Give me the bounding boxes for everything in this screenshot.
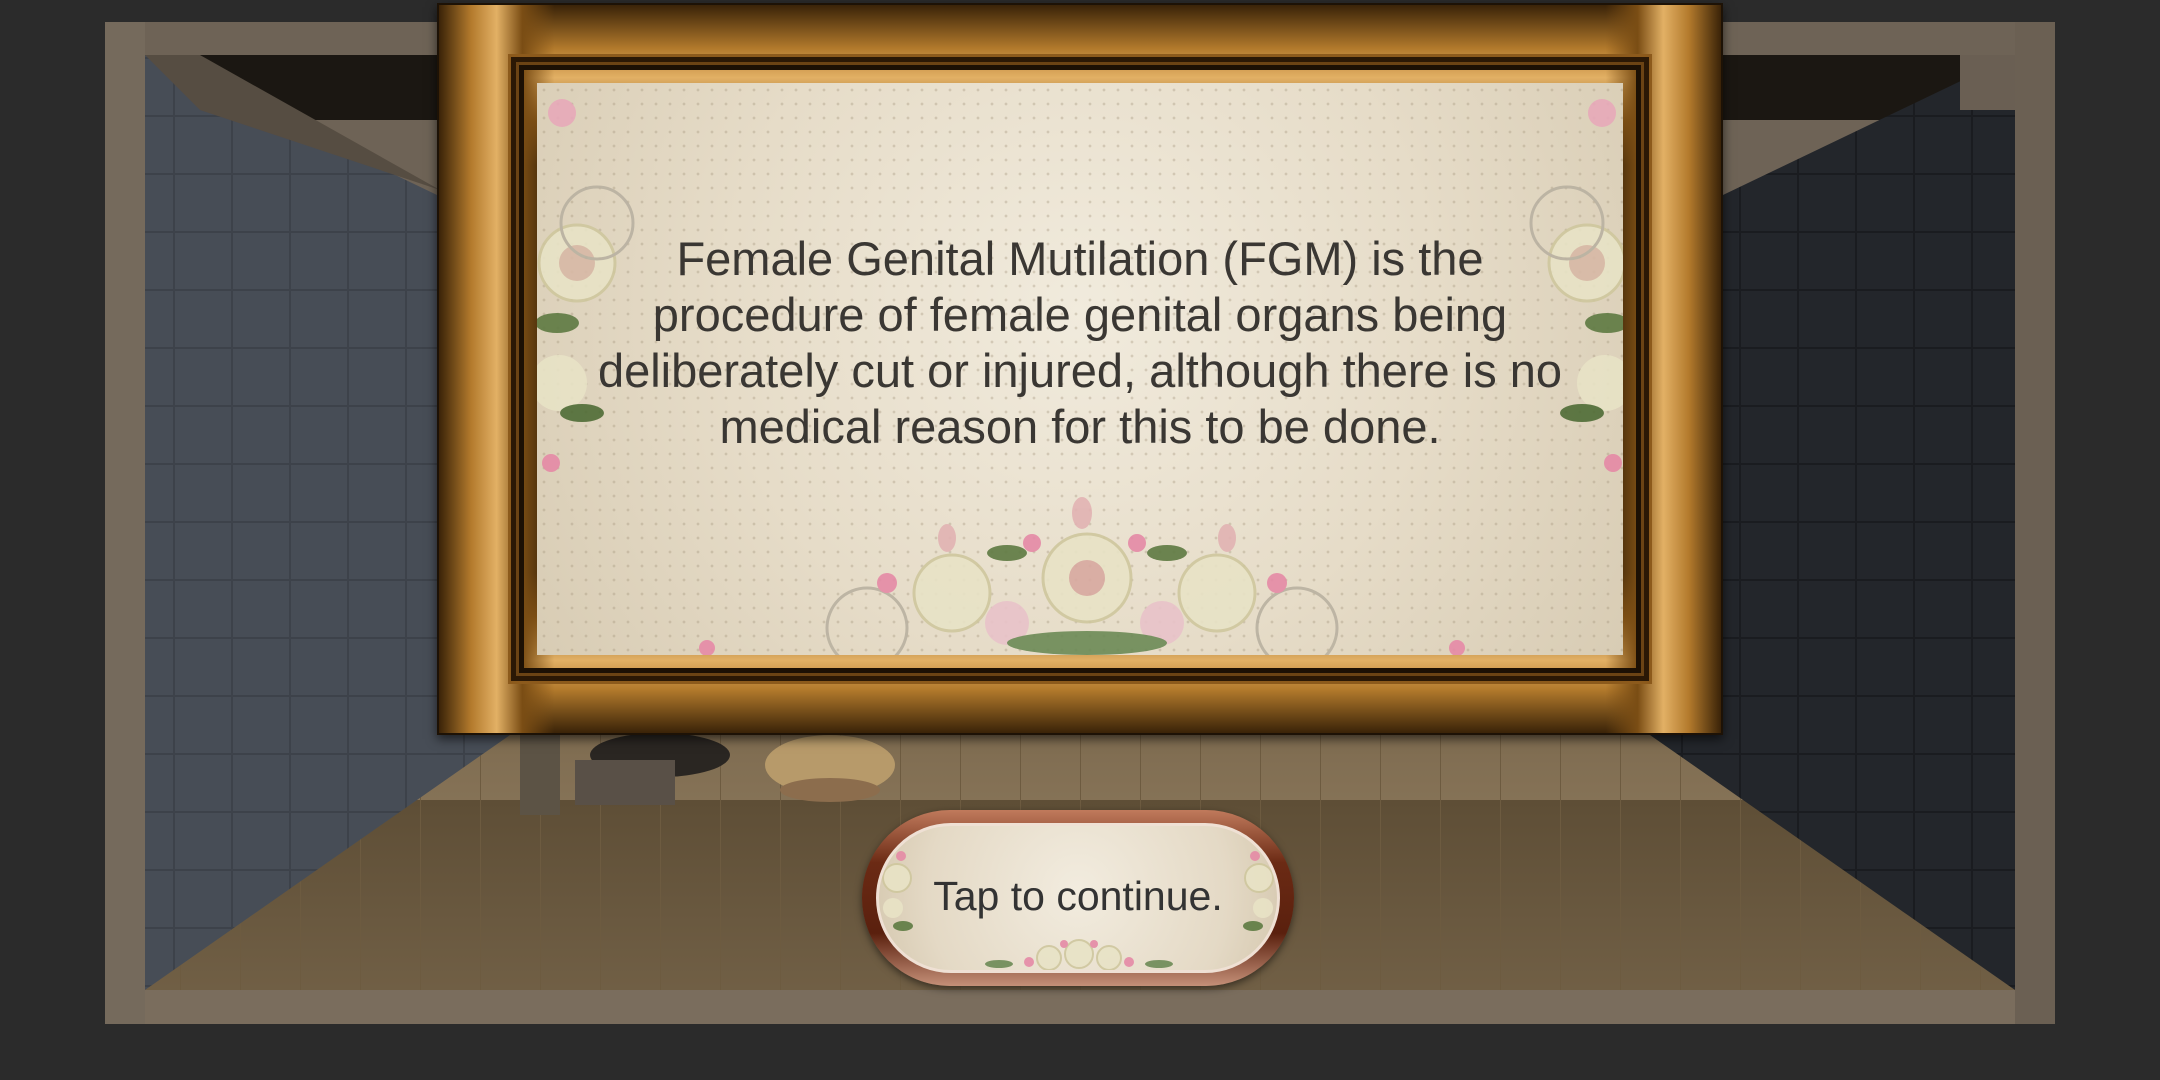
- continue-button[interactable]: Tap to continue.: [862, 810, 1294, 986]
- continue-button-face[interactable]: Tap to continue.: [876, 823, 1280, 973]
- info-message: Female Genital Mutilation (FGM) is the p…: [597, 232, 1563, 453]
- continue-label: Tap to continue.: [933, 873, 1223, 919]
- clock-ornament-icon: [825, 586, 909, 655]
- info-canvas: Female Genital Mutilation (FGM) is the p…: [537, 83, 1623, 655]
- info-frame: Female Genital Mutilation (FGM) is the p…: [437, 3, 1723, 735]
